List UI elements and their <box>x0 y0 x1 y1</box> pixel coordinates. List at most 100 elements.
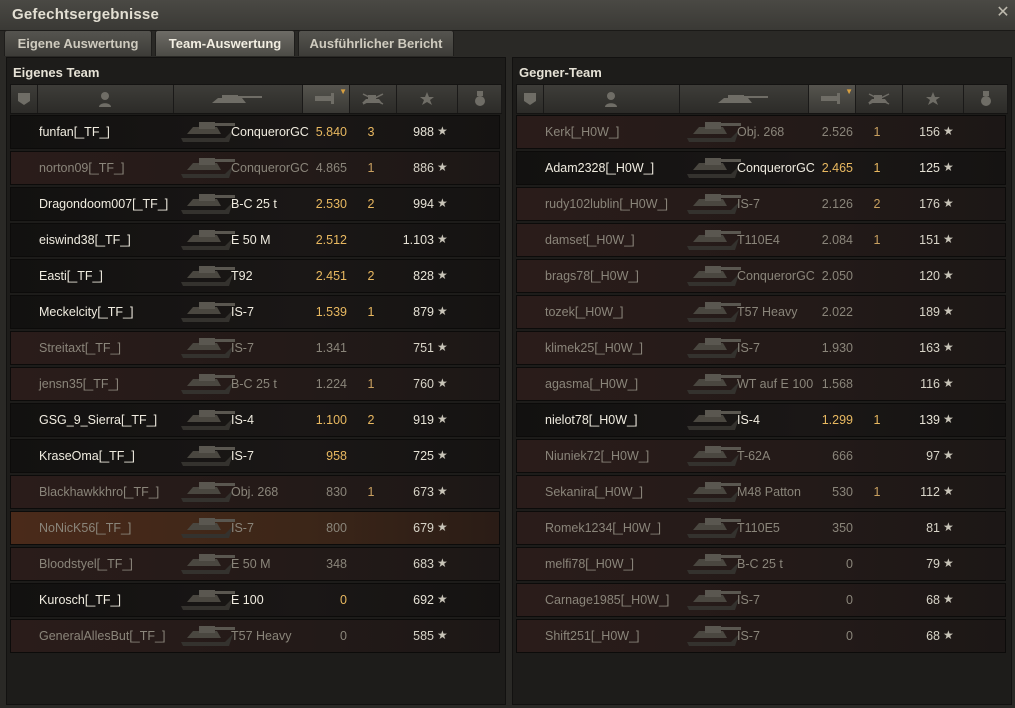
player-name: eiswind38[_TF_] <box>39 233 131 247</box>
player-name: Niuniek72[_H0W_] <box>545 449 650 463</box>
close-icon[interactable]: ✕ <box>993 3 1013 23</box>
tank-name: B-C 25 t <box>231 197 277 211</box>
tank-name: IS-4 <box>737 413 760 427</box>
kills-value: 2 <box>367 197 375 211</box>
tank-name: T110E5 <box>737 521 780 535</box>
damage-value: 2.512 <box>315 233 347 247</box>
tank-icon <box>685 618 743 652</box>
tab-ausfuehrlicher-bericht[interactable]: Ausführlicher Bericht <box>298 30 454 56</box>
player-row[interactable]: Sekanira[_H0W_] M48 Patton 530 1 112 ★ <box>516 475 1006 509</box>
player-row[interactable]: Dragondoom007[_TF_] B-C 25 t 2.530 2 994 ★ <box>10 187 500 221</box>
player-name: tozek[_H0W_] <box>545 305 624 319</box>
tank-icon[interactable] <box>680 85 809 113</box>
kills-value: 2 <box>873 197 881 211</box>
window-titlebar: Gefechtsergebnisse ✕ <box>0 0 1015 31</box>
medal-icon[interactable] <box>964 85 1008 113</box>
xp-value: 886 <box>413 161 434 175</box>
player-row[interactable]: melfi78[_H0W_] B-C 25 t 0 79 ★ <box>516 547 1006 581</box>
player-row[interactable]: brags78[_H0W_] ConquerorGC 2.050 120 ★ <box>516 259 1006 293</box>
player-row[interactable]: Meckelcity[_TF_] IS-7 1.539 1 879 ★ <box>10 295 500 329</box>
player-name: Kurosch[_TF_] <box>39 593 121 607</box>
player-name: Bloodstyel[_TF_] <box>39 557 133 571</box>
player-row[interactable]: Adam2328[_H0W_] ConquerorGC 2.465 1 125 ★ <box>516 151 1006 185</box>
tank-icon <box>685 222 743 256</box>
tank-name: IS-7 <box>231 449 254 463</box>
player-row[interactable]: NoNicK56[_TF_] IS-7 800 679 ★ <box>10 511 500 545</box>
player-row[interactable]: rudy102lublin[_H0W_] IS-7 2.126 2 176 ★ <box>516 187 1006 221</box>
player-row[interactable]: eiswind38[_TF_] E 50 M 2.512 1.103 ★ <box>10 223 500 257</box>
kills-value: 1 <box>367 305 375 319</box>
kills-icon[interactable] <box>350 85 397 113</box>
player-row[interactable]: Niuniek72[_H0W_] T-62A 666 97 ★ <box>516 439 1006 473</box>
player-name: Kerk[_H0W_] <box>545 125 620 139</box>
damage-value: 1.539 <box>315 305 347 319</box>
tank-name: IS-7 <box>231 521 254 535</box>
player-row[interactable]: Streitaxt[_TF_] IS-7 1.341 751 ★ <box>10 331 500 365</box>
xp-value: 673 <box>413 485 434 499</box>
star-icon[interactable] <box>903 85 964 113</box>
kills-icon[interactable] <box>856 85 903 113</box>
rank-chevron-icon[interactable] <box>11 85 38 113</box>
damage-value: 2.050 <box>821 269 853 283</box>
player-row[interactable]: GeneralAllesBut[_TF_] T57 Heavy 0 585 ★ <box>10 619 500 653</box>
xp-value: 68 <box>926 593 940 607</box>
damage-icon[interactable]: ▼ <box>303 85 350 113</box>
player-row[interactable]: klimek25[_H0W_] IS-7 1.930 163 ★ <box>516 331 1006 365</box>
xp-value: 125 <box>919 161 940 175</box>
player-row[interactable]: KraseOma[_TF_] IS-7 958 725 ★ <box>10 439 500 473</box>
player-row[interactable]: Romek1234[_H0W_] T110E5 350 81 ★ <box>516 511 1006 545</box>
xp-value: 68 <box>926 629 940 643</box>
player-row[interactable]: Easti[_TF_] T92 2.451 2 828 ★ <box>10 259 500 293</box>
player-row[interactable]: tozek[_H0W_] T57 Heavy 2.022 189 ★ <box>516 295 1006 329</box>
enemy-team-column-header: ▼ <box>516 84 1008 114</box>
xp-value: 116 <box>920 377 940 391</box>
tank-name: IS-7 <box>737 593 760 607</box>
damage-value: 1.100 <box>315 413 347 427</box>
tank-icon <box>179 438 237 472</box>
enemy-team-rows: Kerk[_H0W_] Obj. 268 2.526 1 156 ★ Adam2328[_H… <box>516 115 1006 655</box>
player-row[interactable]: funfan[_TF_] ConquerorGC 5.840 3 988 ★ <box>10 115 500 149</box>
rank-chevron-icon[interactable] <box>517 85 544 113</box>
medal-icon[interactable] <box>458 85 502 113</box>
player-row[interactable]: Blackhawkkhro[_TF_] Obj. 268 830 1 673 ★ <box>10 475 500 509</box>
xp-value: 163 <box>919 341 940 355</box>
star-icon: ★ <box>437 304 448 318</box>
tank-icon <box>179 618 237 652</box>
enemy-team-title: Gegner-Team <box>519 65 602 80</box>
player-row[interactable]: damset[_H0W_] T110E4 2.084 1 151 ★ <box>516 223 1006 257</box>
kills-value: 1 <box>367 485 375 499</box>
tank-icon[interactable] <box>174 85 303 113</box>
player-row[interactable]: nielot78[_H0W_] IS-4 1.299 1 139 ★ <box>516 403 1006 437</box>
damage-value: 830 <box>326 485 347 499</box>
player-row[interactable]: jensn35[_TF_] B-C 25 t 1.224 1 760 ★ <box>10 367 500 401</box>
player-icon[interactable] <box>543 85 680 113</box>
player-icon[interactable] <box>37 85 174 113</box>
damage-icon[interactable]: ▼ <box>809 85 856 113</box>
player-row[interactable]: Kerk[_H0W_] Obj. 268 2.526 1 156 ★ <box>516 115 1006 149</box>
player-name: funfan[_TF_] <box>39 125 110 139</box>
damage-value: 530 <box>832 485 853 499</box>
player-row[interactable]: agasma[_H0W_] WT auf E 100 1.568 116 ★ <box>516 367 1006 401</box>
tank-icon <box>685 582 743 616</box>
player-row[interactable]: GSG_9_Sierra[_TF_] IS-4 1.100 2 919 ★ <box>10 403 500 437</box>
tank-icon <box>179 258 237 292</box>
xp-value: 679 <box>413 521 434 535</box>
player-name: Meckelcity[_TF_] <box>39 305 134 319</box>
tank-icon <box>685 186 743 220</box>
tank-icon <box>179 330 237 364</box>
player-name: klimek25[_H0W_] <box>545 341 643 355</box>
player-row[interactable]: Shift251[_H0W_] IS-7 0 68 ★ <box>516 619 1006 653</box>
player-row[interactable]: Bloodstyel[_TF_] E 50 M 348 683 ★ <box>10 547 500 581</box>
player-row[interactable]: Kurosch[_TF_] E 100 0 692 ★ <box>10 583 500 617</box>
player-name: melfi78[_H0W_] <box>545 557 634 571</box>
tab-team-auswertung[interactable]: Team-Auswertung <box>155 30 295 56</box>
star-icon[interactable] <box>397 85 458 113</box>
tab-eigene-auswertung[interactable]: Eigene Auswertung <box>4 30 152 56</box>
player-row[interactable]: Carnage1985[_H0W_] IS-7 0 68 ★ <box>516 583 1006 617</box>
tank-icon <box>685 114 743 148</box>
star-icon: ★ <box>437 520 448 534</box>
tank-name: IS-7 <box>231 341 254 355</box>
player-row[interactable]: norton09[_TF_] ConquerorGC 4.865 1 886 ★ <box>10 151 500 185</box>
tank-icon <box>685 510 743 544</box>
tank-name: M48 Patton <box>737 485 801 499</box>
